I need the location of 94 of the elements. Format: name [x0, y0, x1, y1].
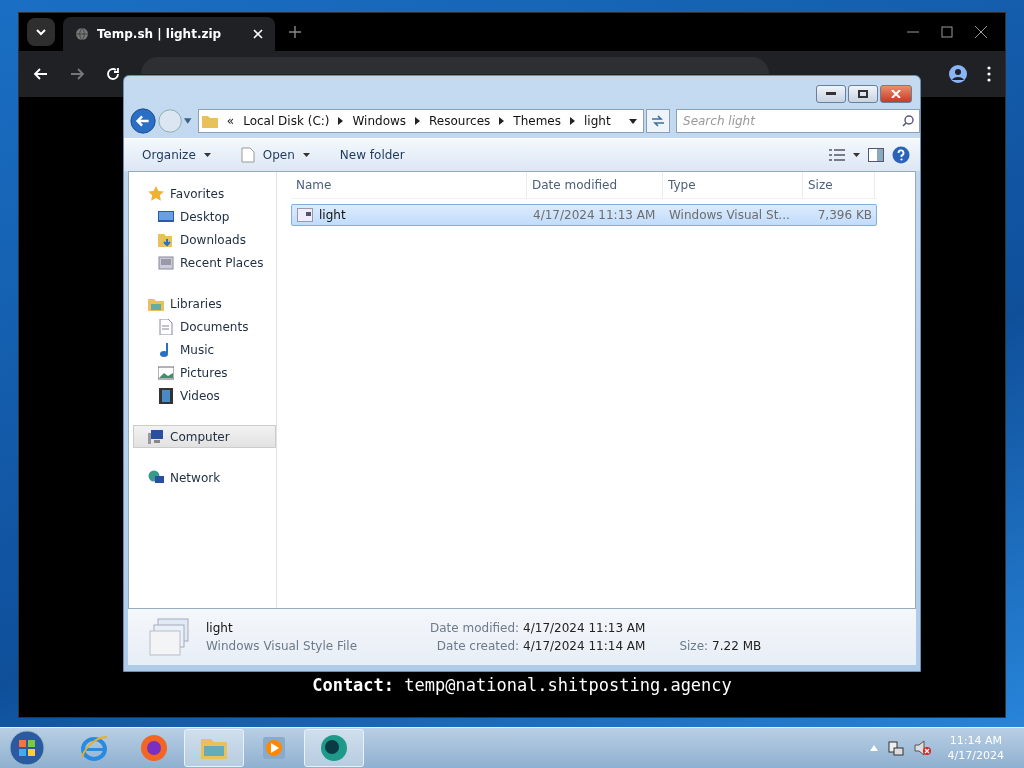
folder-icon [201, 114, 218, 128]
browser-tab[interactable]: Temp.sh | light.zip [63, 17, 275, 51]
nav-item[interactable]: Pictures [133, 361, 276, 384]
chevron-down-icon [35, 26, 47, 38]
reload-icon[interactable] [105, 66, 121, 82]
file-type: Windows Visual Style File [206, 639, 359, 653]
separator-arrow-icon[interactable] [570, 117, 575, 125]
windows-logo-icon [9, 730, 45, 766]
menu-icon[interactable] [987, 66, 991, 82]
separator-arrow-icon[interactable] [338, 117, 344, 125]
ie-icon [79, 733, 109, 763]
detail-value: 7.22 MB [712, 639, 762, 653]
nav-item[interactable]: Desktop [133, 205, 276, 228]
network-icon [148, 469, 164, 486]
column-header[interactable]: Type [663, 172, 803, 198]
close-icon[interactable] [975, 26, 987, 38]
nav-item[interactable]: Videos [133, 384, 276, 407]
pictures-icon [158, 364, 174, 381]
size-cell-text: 7,396 KB [816, 207, 873, 224]
file-icon [297, 208, 313, 222]
minimize-icon [826, 92, 836, 96]
column-header[interactable]: Name [291, 172, 527, 198]
nav-item[interactable]: Recent Places [133, 251, 276, 274]
maximize-button[interactable] [848, 85, 878, 103]
close-icon [891, 90, 901, 98]
nav-item[interactable]: Downloads [133, 228, 276, 251]
refresh-button[interactable] [645, 109, 670, 133]
recent-icon [158, 254, 174, 271]
breadcrumb[interactable]: light [584, 114, 611, 128]
close-button[interactable] [880, 85, 912, 103]
column-header[interactable]: Size [803, 172, 875, 198]
nav-item[interactable]: Network [133, 466, 276, 489]
computer-icon [148, 428, 164, 445]
column-header[interactable]: Date modified [527, 172, 663, 198]
minimize-button[interactable] [816, 85, 846, 103]
toolbar-button[interactable]: Open [234, 144, 316, 166]
preview-pane-icon[interactable] [868, 148, 884, 162]
detail-label: Date created: [435, 639, 520, 653]
restore-icon [858, 90, 868, 98]
file-name: light [206, 621, 234, 635]
breadcrumb[interactable]: Local Disk (C:) [243, 114, 330, 128]
app-icon [319, 733, 349, 763]
star-icon [148, 185, 164, 202]
profile-icon[interactable] [949, 65, 967, 83]
document-icon [158, 318, 174, 335]
taskbar-button[interactable] [304, 729, 364, 767]
forward-icon[interactable] [69, 66, 85, 82]
nav-item[interactable]: Favorites [133, 182, 276, 205]
nav-item[interactable]: Computer [133, 425, 276, 448]
nav-item[interactable]: Libraries [133, 292, 276, 315]
search-field[interactable]: Search light [676, 109, 920, 133]
caret-icon [302, 153, 310, 157]
overflow-chevron[interactable]: « [226, 114, 235, 128]
toolbar-button[interactable]: New folder [333, 145, 411, 165]
contact-text: Contact: temp@national.shitposting.agency [312, 675, 732, 695]
back-icon[interactable] [130, 107, 157, 135]
separator-arrow-icon[interactable] [499, 117, 505, 125]
clock-date: 4/17/2024 [947, 748, 1004, 763]
file-stack-icon [148, 617, 192, 657]
help-icon[interactable] [892, 146, 910, 164]
clock-time: 11:14 AM [949, 733, 1002, 748]
date-cell-text: 4/17/2024 11:13 AM [532, 207, 657, 224]
downloads-icon [158, 231, 174, 248]
globe-icon [75, 27, 89, 41]
refresh-icon [650, 115, 665, 127]
file-name: light [319, 208, 346, 222]
caret-icon[interactable] [853, 153, 860, 157]
breadcrumb[interactable]: Resources [429, 114, 491, 128]
breadcrumb[interactable]: Windows [352, 114, 407, 128]
detail-value: 4/17/2024 11:13 AM [523, 621, 646, 635]
detail-value: 4/17/2024 11:14 AM [523, 639, 646, 653]
nav-item[interactable]: Documents [133, 315, 276, 338]
breadcrumb[interactable]: Themes [513, 114, 561, 128]
speaker-muted-icon[interactable] [913, 740, 932, 756]
detail-label: Date modified: [430, 621, 520, 635]
tab-search-button[interactable] [27, 18, 55, 46]
view-options-icon[interactable] [829, 149, 845, 161]
maximize-icon[interactable] [941, 26, 953, 38]
new-tab-icon[interactable] [289, 26, 301, 38]
caret-icon [203, 153, 211, 157]
dropdown-icon[interactable] [628, 118, 637, 124]
separator-arrow-icon[interactable] [415, 117, 421, 125]
toolbar-button[interactable]: Organize [136, 145, 217, 165]
nav-item[interactable]: Music [133, 338, 276, 361]
document-icon [240, 147, 255, 163]
desktop-icon [158, 208, 174, 225]
videos-icon [158, 387, 174, 404]
file-row[interactable]: light 4/17/2024 11:13 AM Windows Visual St... 7,396 KB [291, 204, 877, 226]
detail-label: Size: [679, 639, 709, 653]
type-cell-text: Windows Visual St... [668, 207, 791, 224]
network-icon[interactable] [887, 740, 904, 756]
address-bar[interactable]: « Local Disk (C:) Windows Resources Themes light [197, 109, 644, 133]
back-icon[interactable] [33, 66, 49, 82]
firefox-icon [139, 733, 169, 763]
